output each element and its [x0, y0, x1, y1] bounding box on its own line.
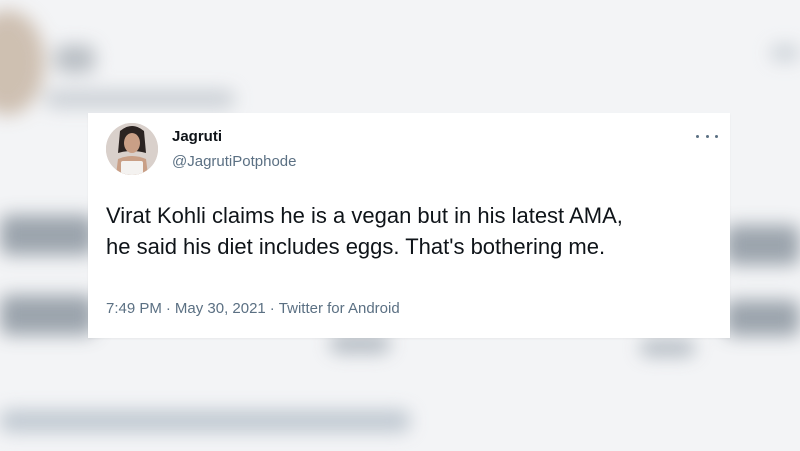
blurred-text-block	[0, 295, 95, 335]
meta-separator: ·	[269, 300, 275, 317]
blurred-text-block	[0, 215, 95, 255]
tweet-text: Virat Kohli claims he is a vegan but in …	[106, 203, 623, 259]
more-horizontal-icon	[696, 134, 699, 138]
more-options-button[interactable]	[696, 131, 718, 141]
screenshot-stage: Jagruti @JagrutiPotphode Virat Kohli cla…	[0, 0, 800, 451]
blurred-handle	[45, 90, 235, 108]
author-handle[interactable]: @JagrutiPotphode	[172, 153, 296, 170]
avatar-image	[106, 123, 158, 175]
tweet-meta: 7:49 PM · May 30, 2021 · Twitter for And…	[106, 300, 400, 317]
blurred-name	[55, 45, 95, 73]
blurred-shape	[640, 340, 695, 356]
avatar[interactable]	[106, 123, 158, 175]
blurred-footer	[0, 410, 410, 432]
blurred-avatar	[0, 10, 45, 115]
tweet-card: Jagruti @JagrutiPotphode Virat Kohli cla…	[88, 113, 730, 338]
more-horizontal-icon	[705, 134, 709, 138]
blurred-text-block	[725, 225, 800, 265]
author-name[interactable]: Jagruti	[172, 128, 222, 145]
blurred-text-block	[725, 300, 800, 336]
meta-separator: ·	[165, 300, 171, 317]
tweet-time[interactable]: 7:49 PM	[106, 300, 162, 317]
tweet-source[interactable]: Twitter for Android	[279, 300, 400, 317]
tweet-date[interactable]: May 30, 2021	[175, 300, 266, 317]
blurred-shape	[770, 45, 800, 61]
more-horizontal-icon	[715, 134, 718, 138]
